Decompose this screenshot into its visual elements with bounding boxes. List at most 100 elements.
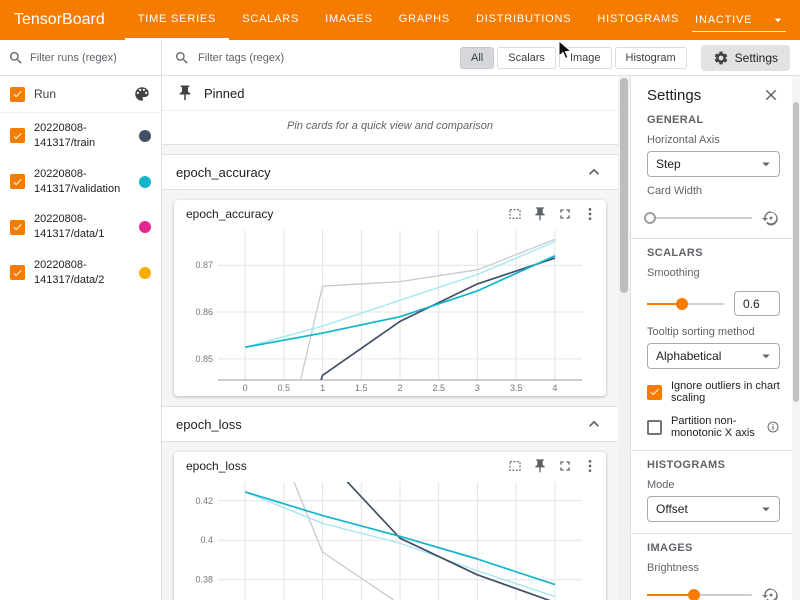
section-header-epoch-accuracy[interactable]: epoch_accuracy — [162, 154, 618, 190]
caret-down-icon — [770, 12, 786, 28]
run-row-validation[interactable]: 20220808-141317/validation — [0, 159, 161, 205]
horizontal-axis-select[interactable]: Step — [647, 151, 780, 177]
main-nav-tabs: TIME SERIES SCALARS IMAGES GRAPHS DISTRI… — [125, 0, 692, 40]
check-icon — [12, 130, 23, 142]
svg-text:0: 0 — [243, 383, 248, 393]
svg-text:4: 4 — [552, 383, 557, 393]
partition-x-axis-checkbox[interactable] — [647, 420, 662, 435]
tab-images[interactable]: IMAGES — [312, 0, 386, 40]
svg-text:2.5: 2.5 — [432, 383, 445, 393]
images-section-title: IMAGES — [647, 542, 780, 554]
card-title: epoch_loss — [186, 459, 498, 473]
slider-thumb[interactable] — [644, 212, 656, 224]
filter-runs-input[interactable] — [30, 52, 153, 64]
svg-text:0.87: 0.87 — [195, 260, 213, 270]
data-table-toggle-icon[interactable] — [507, 458, 523, 474]
tags-toolbar: All Scalars Image Histogram Settings — [162, 40, 800, 76]
scrollbar-thumb[interactable] — [793, 102, 799, 402]
run-color-dot — [139, 176, 151, 188]
info-icon[interactable] — [766, 420, 780, 434]
settings-button[interactable]: Settings — [701, 45, 790, 71]
run-row-train[interactable]: 20220808-141317/train — [0, 113, 161, 159]
collapse-icon[interactable] — [584, 162, 604, 182]
filter-runs-box — [0, 40, 161, 76]
pin-icon — [176, 84, 194, 102]
close-icon[interactable] — [762, 86, 780, 104]
svg-text:0.86: 0.86 — [195, 307, 213, 317]
partition-x-axis-row[interactable]: Partition non-monotonic X axis — [647, 415, 780, 439]
run-checkbox[interactable] — [10, 265, 25, 280]
pin-icon[interactable] — [532, 206, 548, 222]
chip-scalars[interactable]: Scalars — [497, 47, 556, 69]
svg-text:0.85: 0.85 — [195, 354, 213, 364]
run-checkbox[interactable] — [10, 174, 25, 189]
card-width-slider[interactable] — [647, 217, 752, 219]
select-all-runs-checkbox[interactable] — [10, 87, 25, 102]
brightness-slider[interactable] — [647, 594, 752, 596]
data-table-toggle-icon[interactable] — [507, 206, 523, 222]
section-header-epoch-loss[interactable]: epoch_loss — [162, 406, 618, 442]
check-icon — [649, 386, 660, 398]
filter-tags-input[interactable] — [198, 52, 452, 64]
slider-thumb[interactable] — [688, 589, 700, 600]
reset-icon[interactable] — [762, 586, 780, 600]
tag-filter-chips: All Scalars Image Histogram — [460, 47, 687, 69]
smoothing-slider[interactable] — [647, 303, 724, 305]
check-icon — [12, 221, 23, 233]
brightness-slider-row — [647, 586, 780, 600]
run-color-dot — [139, 267, 151, 279]
tab-distributions[interactable]: DISTRIBUTIONS — [463, 0, 584, 40]
scrollbar-thumb[interactable] — [620, 78, 628, 293]
run-row-data-1[interactable]: 20220808-141317/data/1 — [0, 204, 161, 250]
palette-icon[interactable] — [133, 85, 151, 103]
settings-scrollbar[interactable] — [792, 76, 800, 600]
chip-all[interactable]: All — [460, 47, 494, 69]
general-section-title: GENERAL — [647, 114, 780, 126]
tab-graphs[interactable]: GRAPHS — [386, 0, 463, 40]
ignore-outliers-row[interactable]: Ignore outliers in chart scaling — [647, 380, 780, 404]
collapse-icon[interactable] — [584, 414, 604, 434]
more-options-icon[interactable] — [582, 458, 598, 474]
runs-column-label: Run — [34, 87, 56, 101]
tab-histograms[interactable]: HISTOGRAMS — [584, 0, 692, 40]
svg-text:2: 2 — [397, 383, 402, 393]
brightness-label: Brightness — [647, 562, 780, 574]
smoothing-value-input[interactable] — [734, 291, 780, 316]
slider-thumb[interactable] — [676, 298, 688, 310]
run-checkbox[interactable] — [10, 220, 25, 235]
epoch-accuracy-chart[interactable]: 0.850.860.8700.511.522.533.54 — [184, 224, 596, 396]
run-color-dot — [139, 130, 151, 142]
histogram-mode-select[interactable]: Offset — [647, 496, 780, 522]
tab-scalars[interactable]: SCALARS — [229, 0, 312, 40]
caret-down-icon — [757, 500, 775, 518]
tooltip-sorting-select[interactable]: Alphabetical — [647, 343, 780, 369]
epoch-loss-chart[interactable]: 0.420.40.380.3600.511.522.533.54 — [184, 476, 596, 600]
fullscreen-icon[interactable] — [557, 206, 573, 222]
run-row-data-2[interactable]: 20220808-141317/data/2 — [0, 250, 161, 296]
fullscreen-icon[interactable] — [557, 458, 573, 474]
gear-icon — [713, 50, 729, 66]
smoothing-slider-row — [647, 291, 780, 316]
check-icon — [12, 267, 23, 279]
settings-panel-title: Settings — [647, 87, 701, 104]
ignore-outliers-label: Ignore outliers in chart scaling — [671, 380, 780, 404]
chip-image[interactable]: Image — [559, 47, 612, 69]
scalar-card-epoch-accuracy: epoch_accuracy 0.850.860.8700.511.522.53… — [174, 200, 606, 396]
more-options-icon[interactable] — [582, 206, 598, 222]
search-icon — [174, 50, 190, 66]
svg-text:3: 3 — [475, 383, 480, 393]
chip-histogram[interactable]: Histogram — [615, 47, 687, 69]
reset-icon[interactable] — [762, 209, 780, 227]
histogram-mode-value: Offset — [656, 502, 688, 516]
reload-status-select[interactable]: INACTIVE — [692, 9, 786, 32]
divider — [631, 533, 800, 534]
pin-icon[interactable] — [532, 458, 548, 474]
main-scrollbar[interactable] — [618, 76, 630, 600]
histogram-mode-label: Mode — [647, 479, 780, 491]
svg-text:0.5: 0.5 — [278, 383, 291, 393]
ignore-outliers-checkbox[interactable] — [647, 385, 662, 400]
run-checkbox[interactable] — [10, 128, 25, 143]
pinned-title: Pinned — [204, 86, 244, 101]
top-app-bar: TensorBoard TIME SERIES SCALARS IMAGES G… — [0, 0, 800, 40]
tab-time-series[interactable]: TIME SERIES — [125, 0, 229, 40]
